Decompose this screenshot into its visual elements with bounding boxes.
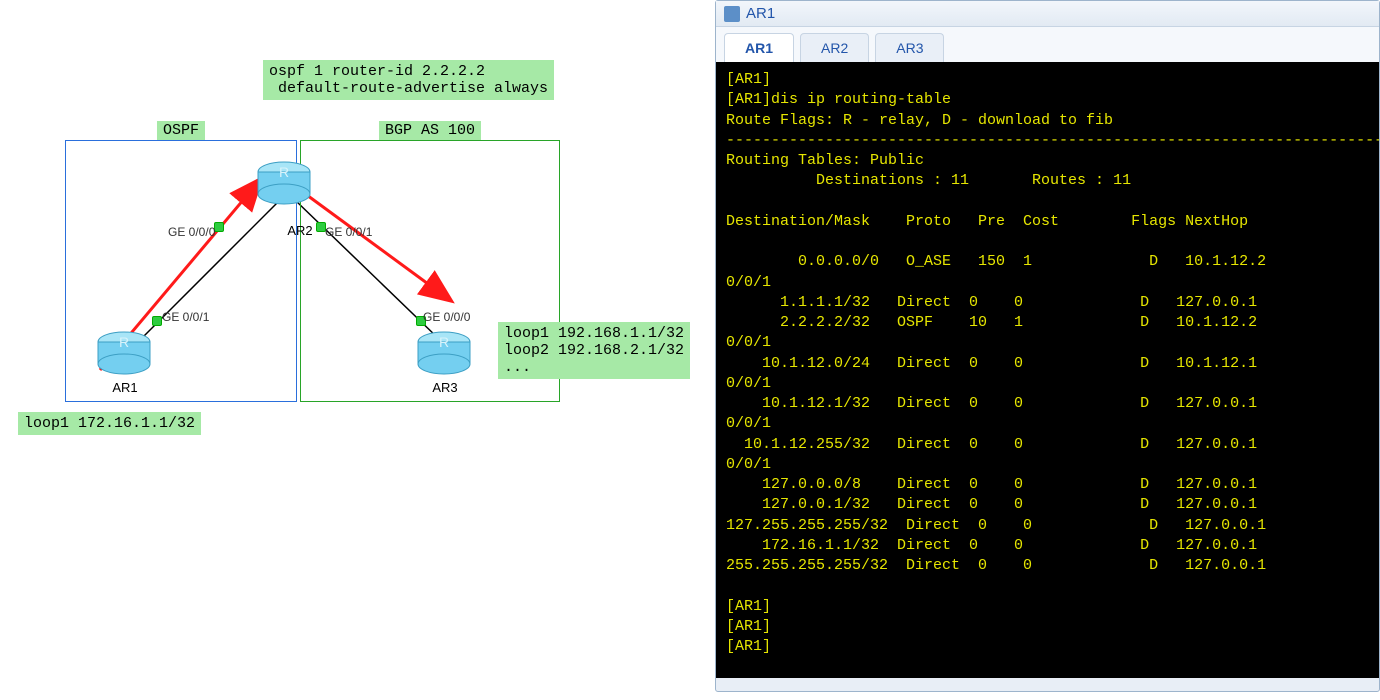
svg-text:R: R: [279, 164, 289, 180]
if-ar1-ge001: GE 0/0/1: [162, 310, 209, 324]
tab-ar3[interactable]: AR3: [875, 33, 944, 62]
ar1-loopback-note: loop1 172.16.1.1/32: [18, 412, 201, 435]
terminal-window: AR1 AR1 AR2 AR3 [AR1] [AR1]dis ip routin…: [715, 0, 1380, 692]
ospf-area-label: OSPF: [157, 121, 205, 140]
if-ar2-ge001: GE 0/0/1: [325, 225, 372, 239]
terminal-title-text: AR1: [746, 5, 775, 22]
router-ar1-icon[interactable]: R: [95, 330, 153, 378]
if-ar2-ge000: GE 0/0/0: [168, 225, 215, 239]
config-note: ospf 1 router-id 2.2.2.2 default-route-a…: [263, 60, 554, 100]
tab-ar2[interactable]: AR2: [800, 33, 869, 62]
if-ar3-ge000: GE 0/0/0: [423, 310, 470, 324]
svg-text:R: R: [119, 334, 129, 350]
tab-ar1[interactable]: AR1: [724, 33, 794, 62]
router-ar3-icon[interactable]: R: [415, 330, 473, 378]
ar3-loopback-note: loop1 192.168.1.1/32 loop2 192.168.2.1/3…: [498, 322, 690, 379]
router-ar3-label: AR3: [415, 380, 475, 395]
terminal-tabs: AR1 AR2 AR3: [716, 27, 1379, 62]
bgp-area-label: BGP AS 100: [379, 121, 481, 140]
terminal-app-icon: [724, 6, 740, 22]
link-dot: [152, 316, 162, 326]
router-ar2-icon[interactable]: R: [255, 160, 313, 208]
router-ar1-label: AR1: [95, 380, 155, 395]
svg-text:R: R: [439, 334, 449, 350]
link-dot: [214, 222, 224, 232]
terminal-console[interactable]: [AR1] [AR1]dis ip routing-table Route Fl…: [716, 62, 1379, 678]
terminal-titlebar[interactable]: AR1: [716, 1, 1379, 27]
topology-diagram: ospf 1 router-id 2.2.2.2 default-route-a…: [0, 0, 710, 700]
